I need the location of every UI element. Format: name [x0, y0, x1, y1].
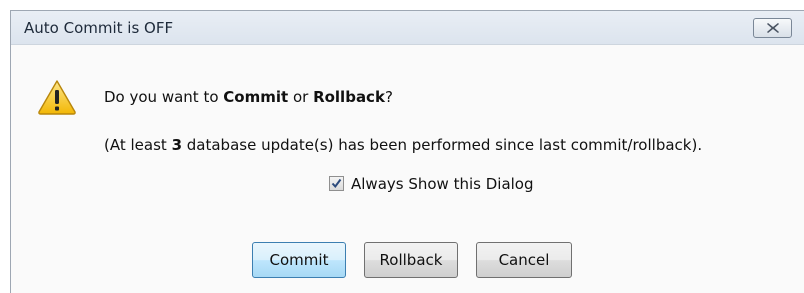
detail-prefix: (At least [104, 136, 172, 154]
detail-suffix: database update(s) has been performed si… [182, 136, 703, 154]
auto-commit-dialog: Auto Commit is OFF Do you want to Commit… [10, 10, 804, 293]
dialog-title: Auto Commit is OFF [24, 19, 174, 37]
cancel-button[interactable]: Cancel [476, 242, 572, 278]
dialog-body: Do you want to Commit or Rollback? (At l… [11, 45, 804, 293]
question-rollback-word: Rollback [313, 88, 385, 106]
page: Auto Commit is OFF Do you want to Commit… [0, 0, 804, 293]
update-count: 3 [171, 136, 182, 154]
confirmation-question: Do you want to Commit or Rollback? [104, 88, 393, 106]
always-show-label[interactable]: Always Show this Dialog [351, 175, 534, 193]
always-show-checkbox[interactable] [329, 176, 344, 191]
question-or: or [288, 88, 314, 106]
commit-button[interactable]: Commit [252, 242, 346, 278]
warning-icon [38, 80, 76, 115]
dialog-titlebar[interactable]: Auto Commit is OFF [11, 11, 804, 45]
close-icon [767, 23, 779, 33]
checkmark-icon [331, 178, 342, 189]
question-suffix: ? [384, 88, 393, 106]
close-button[interactable] [753, 18, 792, 38]
rollback-button[interactable]: Rollback [364, 242, 458, 278]
question-prefix: Do you want to [104, 88, 224, 106]
update-count-message: (At least 3 database update(s) has been … [104, 136, 702, 154]
question-commit-word: Commit [223, 88, 289, 106]
